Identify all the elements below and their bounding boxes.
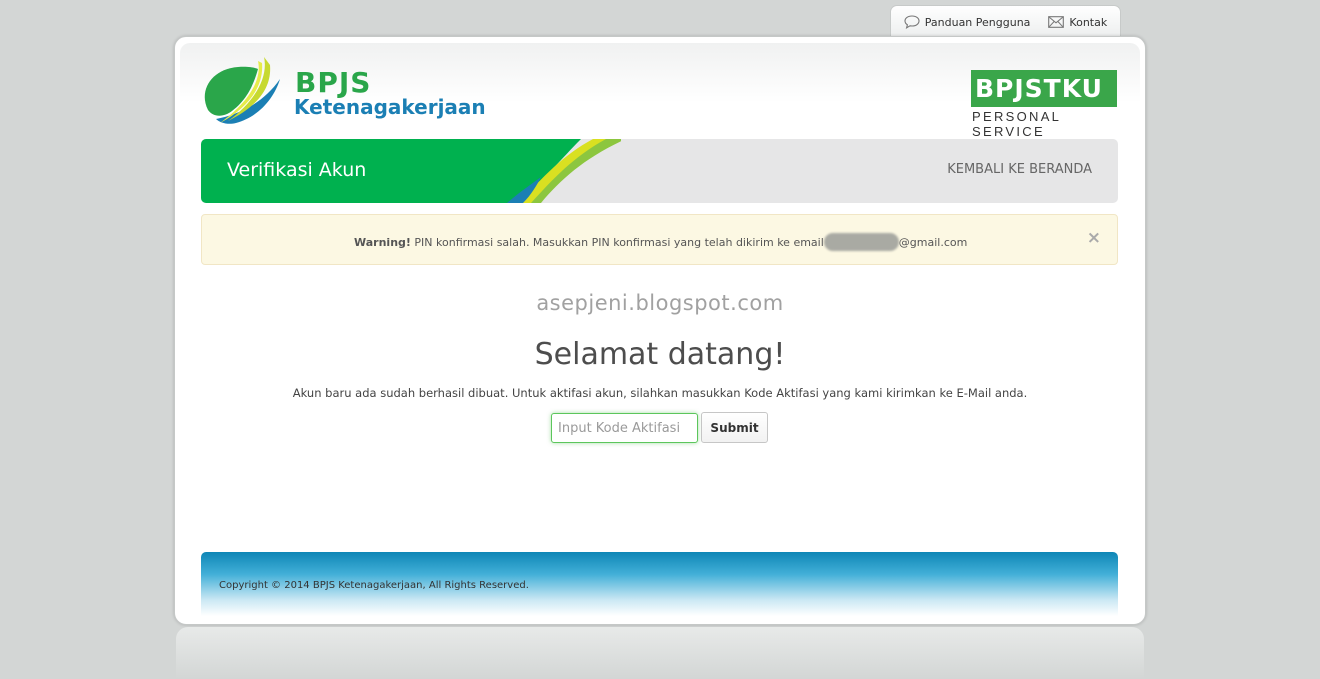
- page-title: Verifikasi Akun: [227, 159, 367, 181]
- user-guide-label: Panduan Pengguna: [924, 15, 1031, 29]
- speech-bubble-icon: [904, 15, 920, 29]
- activation-code-input[interactable]: [551, 413, 698, 443]
- bpjs-ketenagakerjaan-logo[interactable]: BPJS Ketenagakerjaan: [202, 55, 492, 130]
- bpjstku-logo[interactable]: BPJSTKU PERSONAL SERVICE: [971, 68, 1121, 139]
- activation-description: Akun baru ada sudah berhasil dibuat. Unt…: [292, 386, 1028, 400]
- logo-text-ketenagakerjaan: Ketenagakerjaan: [294, 95, 486, 119]
- copyright-text: Copyright © 2014 BPJS Ketenagakerjaan, A…: [219, 580, 529, 591]
- contact-link[interactable]: Kontak: [1048, 16, 1107, 29]
- bpjstku-brand: BPJSTKU: [971, 70, 1117, 107]
- warning-alert: Warning! PIN konfirmasi salah. Masukkan …: [201, 214, 1118, 265]
- back-to-home-link[interactable]: KEMBALI KE BERANDA: [947, 162, 1092, 177]
- contact-label: Kontak: [1069, 15, 1108, 29]
- submit-button[interactable]: Submit: [701, 412, 768, 443]
- bpjstku-subtitle: PERSONAL SERVICE: [972, 109, 1061, 139]
- top-nav: Panduan Pengguna Kontak: [890, 5, 1121, 38]
- envelope-icon: [1048, 16, 1065, 28]
- footer: Copyright © 2014 BPJS Ketenagakerjaan, A…: [201, 552, 1118, 616]
- watermark-text: asepjeni.blogspot.com: [536, 291, 784, 315]
- alert-body: PIN konfirmasi salah. Masukkan PIN konfi…: [414, 236, 824, 249]
- alert-email-suffix: @gmail.com: [898, 236, 968, 249]
- card-reflection: [176, 627, 1144, 679]
- bpjs-leaf-logo-icon: [204, 57, 280, 124]
- welcome-heading: Selamat datang!: [534, 337, 786, 372]
- alert-strong: Warning!: [354, 236, 411, 249]
- alert-message: Warning! PIN konfirmasi salah. Masukkan …: [354, 233, 967, 251]
- redacted-email: [823, 233, 899, 251]
- page-header-band: Verifikasi Akun KEMBALI KE BERANDA: [201, 139, 1118, 203]
- user-guide-link[interactable]: Panduan Pengguna: [904, 15, 1031, 29]
- close-icon[interactable]: ×: [1087, 230, 1101, 247]
